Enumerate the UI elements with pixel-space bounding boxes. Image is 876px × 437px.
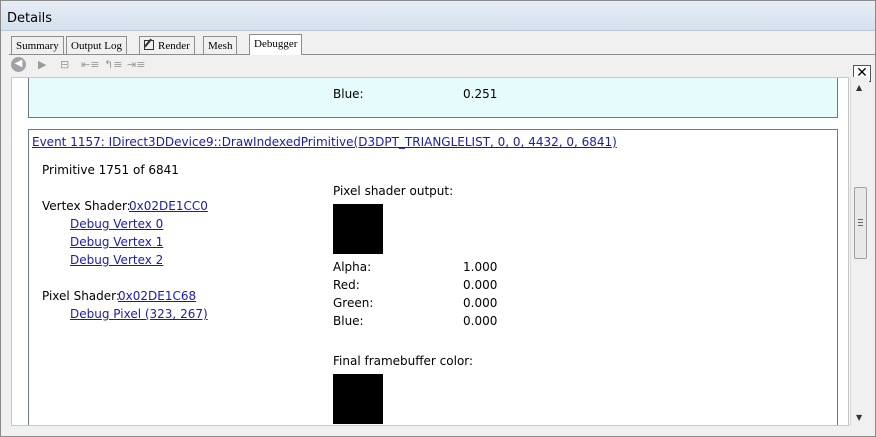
debug-pixel-link[interactable]: Debug Pixel (323, 267)	[70, 307, 208, 321]
primitive-text: Primitive 1751 of 6841	[42, 163, 179, 177]
tab-debugger-label: Debugger	[254, 38, 298, 50]
grip-icon	[858, 219, 863, 226]
vertical-scrollbar[interactable]: ▲ ▼	[850, 77, 869, 426]
final-framebuffer-heading: Final framebuffer color:	[333, 354, 474, 368]
debug-vertex-2-link[interactable]: Debug Vertex 2	[70, 253, 163, 267]
window-title: Details	[7, 11, 53, 26]
back-icon[interactable]: ◀	[11, 57, 26, 72]
pixel-shader-link[interactable]: 0x02DE1C68	[118, 289, 196, 303]
red-value: 0.000	[463, 278, 498, 292]
vertex-shader-label: Vertex Shader:	[42, 199, 131, 213]
tab-summary-label: Summary	[16, 40, 59, 52]
run-icon[interactable]: ▶	[38, 58, 46, 71]
tab-output-log[interactable]: Output Log	[66, 36, 128, 54]
red-label: Red:	[333, 278, 360, 292]
tab-debugger[interactable]: Debugger	[249, 34, 303, 55]
step-out-icon[interactable]: ⇥≡	[127, 58, 145, 71]
green-value: 0.000	[463, 296, 498, 310]
blue-label: Blue:	[333, 314, 364, 328]
prev-blue-value: 0.251	[463, 87, 498, 101]
step-back-icon[interactable]: ⊟	[60, 58, 69, 71]
event-title-link[interactable]: Event 1157: IDirect3DDevice9::DrawIndexe…	[32, 135, 617, 149]
debug-vertex-0-link[interactable]: Debug Vertex 0	[70, 217, 163, 231]
tab-render[interactable]: Render	[139, 36, 195, 54]
scroll-down-icon[interactable]: ▼	[856, 413, 862, 422]
tab-mesh-label: Mesh	[208, 40, 233, 52]
step-into-icon[interactable]: ↰≡	[104, 58, 122, 71]
scroll-up-icon[interactable]: ▲	[856, 83, 862, 92]
pixel-shader-label: Pixel Shader:	[42, 289, 120, 303]
debug-vertex-1-link[interactable]: Debug Vertex 1	[70, 235, 163, 249]
debugger-content: Blue: 0.251 Event 1157: IDirect3DDevice9…	[11, 77, 849, 426]
tab-output-log-label: Output Log	[71, 40, 123, 52]
vertex-shader-link[interactable]: 0x02DE1CC0	[129, 199, 208, 213]
final-framebuffer-swatch	[333, 374, 383, 424]
details-window: Details Summary Output Log Render Mesh D…	[0, 0, 876, 437]
scroll-thumb[interactable]	[854, 187, 867, 259]
blue-value: 0.000	[463, 314, 498, 328]
pixel-output-swatch	[333, 204, 383, 254]
title-bar: Details	[1, 1, 875, 31]
pixel-output-heading: Pixel shader output:	[333, 184, 454, 198]
alpha-value: 1.000	[463, 260, 498, 274]
tab-render-label: Render	[158, 40, 190, 52]
prev-blue-label: Blue:	[333, 87, 364, 101]
alpha-label: Alpha:	[333, 260, 372, 274]
step-over-icon[interactable]: ⇤≡	[81, 58, 99, 71]
previous-event-panel: Blue: 0.251	[28, 78, 838, 118]
tab-strip: Summary Output Log Render Mesh Debugger …	[1, 31, 875, 82]
tab-summary[interactable]: Summary	[11, 36, 64, 54]
tab-mesh[interactable]: Mesh	[203, 36, 238, 54]
edit-icon	[144, 40, 154, 50]
green-label: Green:	[333, 296, 374, 310]
debugger-toolbar: ◀ ▶ ⊟ ⇤≡ ↰≡ ⇥≡	[9, 55, 875, 75]
event-panel: Event 1157: IDirect3DDevice9::DrawIndexe…	[28, 129, 838, 425]
